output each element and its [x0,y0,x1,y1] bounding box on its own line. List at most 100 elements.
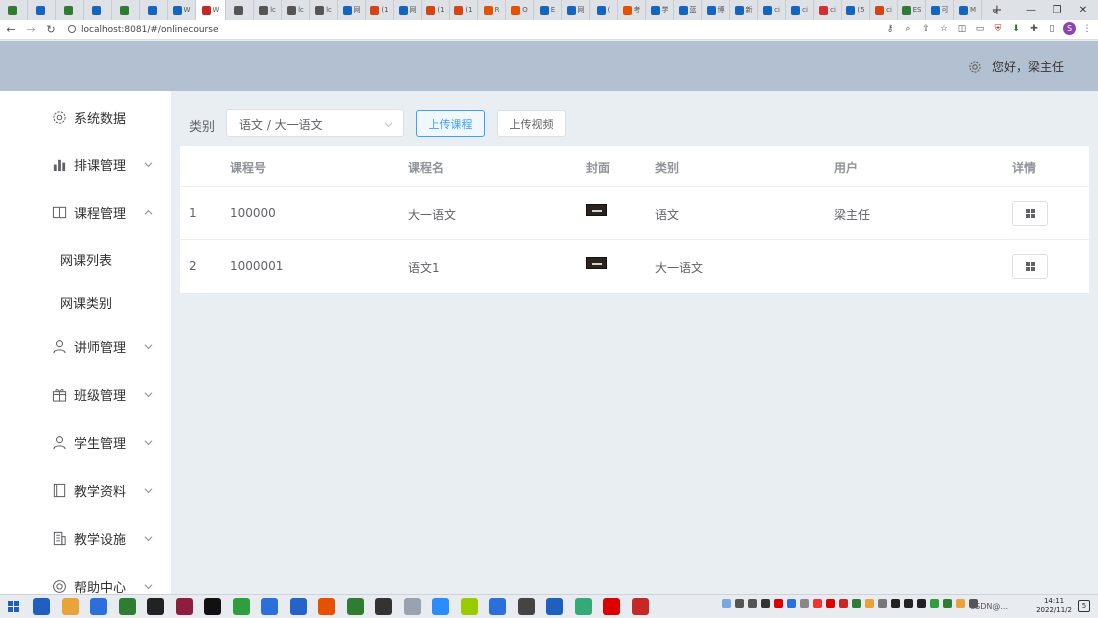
tray-icon[interactable] [826,599,835,608]
tray-icon[interactable] [722,599,731,608]
browser-tab[interactable]: W [196,0,226,20]
taskbar-clock[interactable]: 14:11 2022/11/2 [1036,597,1072,615]
taskbar-app-icon[interactable] [631,598,649,615]
browser-tab[interactable] [0,0,28,20]
taskbar-app-icon[interactable] [147,598,164,615]
taskbar-app-icon[interactable] [375,598,392,615]
tab-search-icon[interactable]: ⌄ [984,0,1006,20]
tray-icon[interactable] [943,599,952,608]
tray-icon[interactable] [761,599,770,608]
browser-tab[interactable]: ci [814,0,842,20]
browser-tab[interactable]: 学 [646,0,674,20]
browser-tab[interactable]: (1 [366,0,394,20]
key-icon[interactable]: ⚷ [883,22,897,36]
browser-tab[interactable]: ci [786,0,814,20]
taskbar-app-icon[interactable] [33,598,50,615]
tray-icon[interactable] [787,599,796,608]
tray-icon[interactable] [735,599,744,608]
image-icon[interactable]: ▭ [973,22,987,36]
browser-tab[interactable] [140,0,168,20]
back-icon[interactable]: ← [2,21,20,39]
taskbar-app-icon[interactable] [118,598,136,615]
extension-download-icon[interactable]: ⬇ [1009,22,1023,36]
taskbar-app-icon[interactable] [289,598,307,615]
browser-tab[interactable]: lc [254,0,282,20]
more-menu-icon[interactable]: ⋮ [1080,22,1094,36]
profile-avatar[interactable]: S [1063,22,1076,35]
sidebar-item-lecturer-management[interactable]: 讲师管理 [0,326,171,366]
maximize-icon[interactable]: ❐ [1046,0,1068,20]
taskbar-app-icon[interactable] [432,598,449,615]
sidebar-subitem-online-course-list[interactable]: 网课列表 [0,241,171,277]
browser-tab[interactable]: W [168,0,196,20]
gear-icon[interactable] [968,60,982,74]
browser-tab[interactable]: ( [590,0,618,20]
taskbar-app-icon[interactable] [460,598,478,615]
tray-icon[interactable] [800,599,809,608]
sidebar-item-teaching-materials[interactable]: 教学资料 [0,470,171,510]
sidebar-item-scheduling[interactable]: 排课管理 [0,144,171,184]
tray-icon[interactable] [904,599,913,608]
browser-tab[interactable] [56,0,84,20]
taskbar-app-icon[interactable] [517,598,535,615]
close-icon[interactable]: ✕ [1072,0,1094,20]
taskbar-app-icon[interactable] [261,598,278,615]
taskbar-app-icon[interactable] [489,598,506,615]
shield-icon[interactable]: ⛨ [991,22,1005,36]
sidebar-item-student-management[interactable]: 学生管理 [0,422,171,462]
browser-tab[interactable]: M [954,0,982,20]
user-greeting[interactable]: 您好，梁主任 [992,58,1064,75]
taskbar-app-icon[interactable] [61,598,79,615]
browser-tab[interactable]: lc [310,0,338,20]
browser-tab[interactable] [226,0,254,20]
sidebar-toggle-icon[interactable]: ▯ [1045,22,1059,36]
cover-thumbnail[interactable] [586,204,607,216]
windows-start-icon[interactable] [8,601,20,613]
taskbar-app-icon[interactable] [403,598,421,615]
category-cascader[interactable]: 语文 / 大一语文 [226,109,404,137]
detail-button[interactable] [1012,201,1048,226]
forward-icon[interactable]: → [22,21,40,39]
zoom-icon[interactable]: ⌕ [901,22,915,36]
tray-icon[interactable] [748,599,757,608]
browser-tab[interactable] [28,0,56,20]
tray-icon[interactable] [813,599,822,608]
browser-tab[interactable]: 博 [702,0,730,20]
tray-icon[interactable] [865,599,874,608]
browser-tab[interactable]: lc [282,0,310,20]
notification-icon[interactable]: 5 [1078,600,1090,612]
tray-icon[interactable] [878,599,887,608]
sidebar-item-system-data[interactable]: 系统数据 [0,97,171,137]
browser-tab[interactable]: ci [758,0,786,20]
browser-tab[interactable]: E [534,0,562,20]
browser-tab[interactable] [112,0,140,20]
tray-icon[interactable] [839,599,848,608]
browser-tab[interactable] [84,0,112,20]
browser-tab[interactable]: O [506,0,534,20]
browser-tab[interactable]: ES [898,0,926,20]
upload-course-button[interactable]: 上传课程 [416,110,485,137]
taskbar-app-icon[interactable] [603,598,620,615]
sidebar-item-course-management[interactable]: 课程管理 [0,192,171,232]
browser-tab[interactable]: (1 [450,0,478,20]
browser-tab[interactable]: ci [870,0,898,20]
upload-video-button[interactable]: 上传视频 [497,110,566,137]
puzzle-icon[interactable]: ✚ [1027,22,1041,36]
taskbar-app-icon[interactable] [175,598,193,615]
tray-icon[interactable] [969,599,978,608]
detail-button[interactable] [1012,254,1048,279]
minimize-icon[interactable]: — [1020,0,1042,20]
browser-tab[interactable]: 可 [926,0,954,20]
sidebar-item-class-management[interactable]: 班级管理 [0,374,171,414]
cover-thumbnail[interactable] [586,257,607,269]
browser-tab[interactable]: 网 [562,0,590,20]
browser-tab[interactable]: 考 [618,0,646,20]
browser-tab[interactable]: (5 [842,0,870,20]
browser-tab[interactable]: 网 [338,0,366,20]
reload-icon[interactable]: ↻ [42,21,60,39]
tray-icon[interactable] [891,599,900,608]
taskbar-app-icon[interactable] [232,598,250,615]
bookmark-star-icon[interactable]: ☆ [937,22,951,36]
browser-tab[interactable]: 新 [730,0,758,20]
site-info-icon[interactable] [68,24,76,33]
